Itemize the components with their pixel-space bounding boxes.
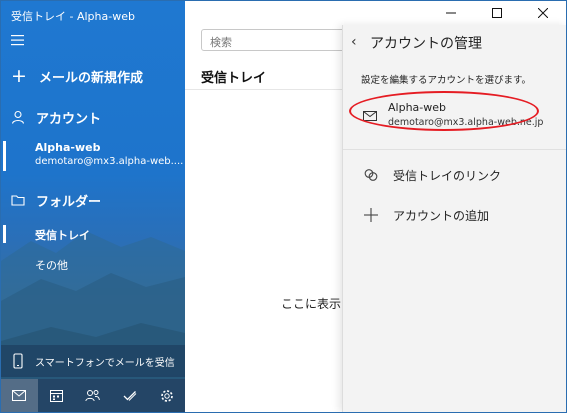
new-mail-label: メールの新規作成 xyxy=(39,70,144,86)
close-icon xyxy=(538,8,548,18)
settings-icon xyxy=(160,389,173,402)
folders-header-label: フォルダー xyxy=(36,194,102,210)
folder-icon xyxy=(11,192,31,208)
manage-accounts-panel: ‹ アカウントの管理 設定を編集するアカウントを選びます。 Alpha-web … xyxy=(342,25,566,412)
person-icon xyxy=(11,109,31,125)
todo-switch-button[interactable] xyxy=(111,379,148,412)
folder-label: その他 xyxy=(35,259,68,272)
people-switch-button[interactable] xyxy=(75,379,112,412)
accounts-header[interactable]: アカウント xyxy=(11,107,101,127)
folder-item-other[interactable]: その他 xyxy=(1,251,185,277)
calendar-switch-button[interactable] xyxy=(38,379,75,412)
plus-icon xyxy=(364,208,378,222)
nav-account-name: Alpha-web xyxy=(35,141,101,154)
close-button[interactable] xyxy=(520,1,566,25)
folder-item-inbox[interactable]: 受信トレイ xyxy=(1,221,185,247)
people-icon xyxy=(85,390,101,402)
maximize-icon xyxy=(492,8,502,18)
panel-description: 設定を編集するアカウントを選びます。 xyxy=(361,75,532,86)
accounts-header-label: アカウント xyxy=(36,111,102,127)
divider xyxy=(343,149,566,150)
divider xyxy=(185,89,342,90)
plus-icon: + xyxy=(11,64,27,87)
back-arrow-icon[interactable]: ‹ xyxy=(351,34,357,50)
smartphone-icon xyxy=(13,353,23,369)
app-switcher-bar xyxy=(1,379,185,412)
link-icon xyxy=(364,169,378,181)
mail-icon xyxy=(12,390,27,401)
new-mail-button[interactable]: + メールの新規作成 xyxy=(11,65,143,87)
window-title: 受信トレイ - Alpha-web xyxy=(11,10,135,23)
minimize-icon xyxy=(446,12,456,14)
calendar-icon xyxy=(49,390,63,402)
folders-header[interactable]: フォルダー xyxy=(11,190,101,210)
selection-indicator xyxy=(3,141,6,171)
link-inboxes-button[interactable]: 受信トレイのリンク xyxy=(343,163,566,187)
folder-label: 受信トレイ xyxy=(35,229,90,242)
search-input[interactable]: 検索 xyxy=(201,29,361,51)
minimize-button[interactable] xyxy=(428,1,474,25)
panel-title: アカウントの管理 xyxy=(370,36,482,52)
todo-icon xyxy=(123,390,137,401)
selection-indicator xyxy=(3,225,6,243)
add-account-button[interactable]: アカウントの追加 xyxy=(343,203,566,227)
navigation-pane: 受信トレイ - Alpha-web + メールの新規作成 アカウント Alpha… xyxy=(1,1,185,412)
hamburger-menu-icon[interactable] xyxy=(11,34,25,46)
link-inboxes-label: 受信トレイのリンク xyxy=(393,169,502,183)
nav-account-item[interactable]: Alpha-web demotaro@mx3.alpha-web.... xyxy=(1,135,185,177)
mail-switch-button[interactable] xyxy=(1,379,38,412)
folder-title: 受信トレイ xyxy=(201,71,267,86)
settings-switch-button[interactable] xyxy=(148,379,185,412)
highlight-annotation-oval xyxy=(349,91,539,131)
mail-app-window: 受信トレイ - Alpha-web + メールの新規作成 アカウント Alpha… xyxy=(0,0,567,413)
add-account-label: アカウントの追加 xyxy=(393,209,490,223)
message-list-pane: 検索 受信トレイ ここに表示す xyxy=(185,1,361,412)
nav-account-email: demotaro@mx3.alpha-web.... xyxy=(35,156,184,167)
get-mail-on-phone-button[interactable]: スマートフォンでメールを受信 xyxy=(1,345,185,377)
maximize-button[interactable] xyxy=(474,1,520,25)
phone-label: スマートフォンでメールを受信 xyxy=(35,357,175,369)
